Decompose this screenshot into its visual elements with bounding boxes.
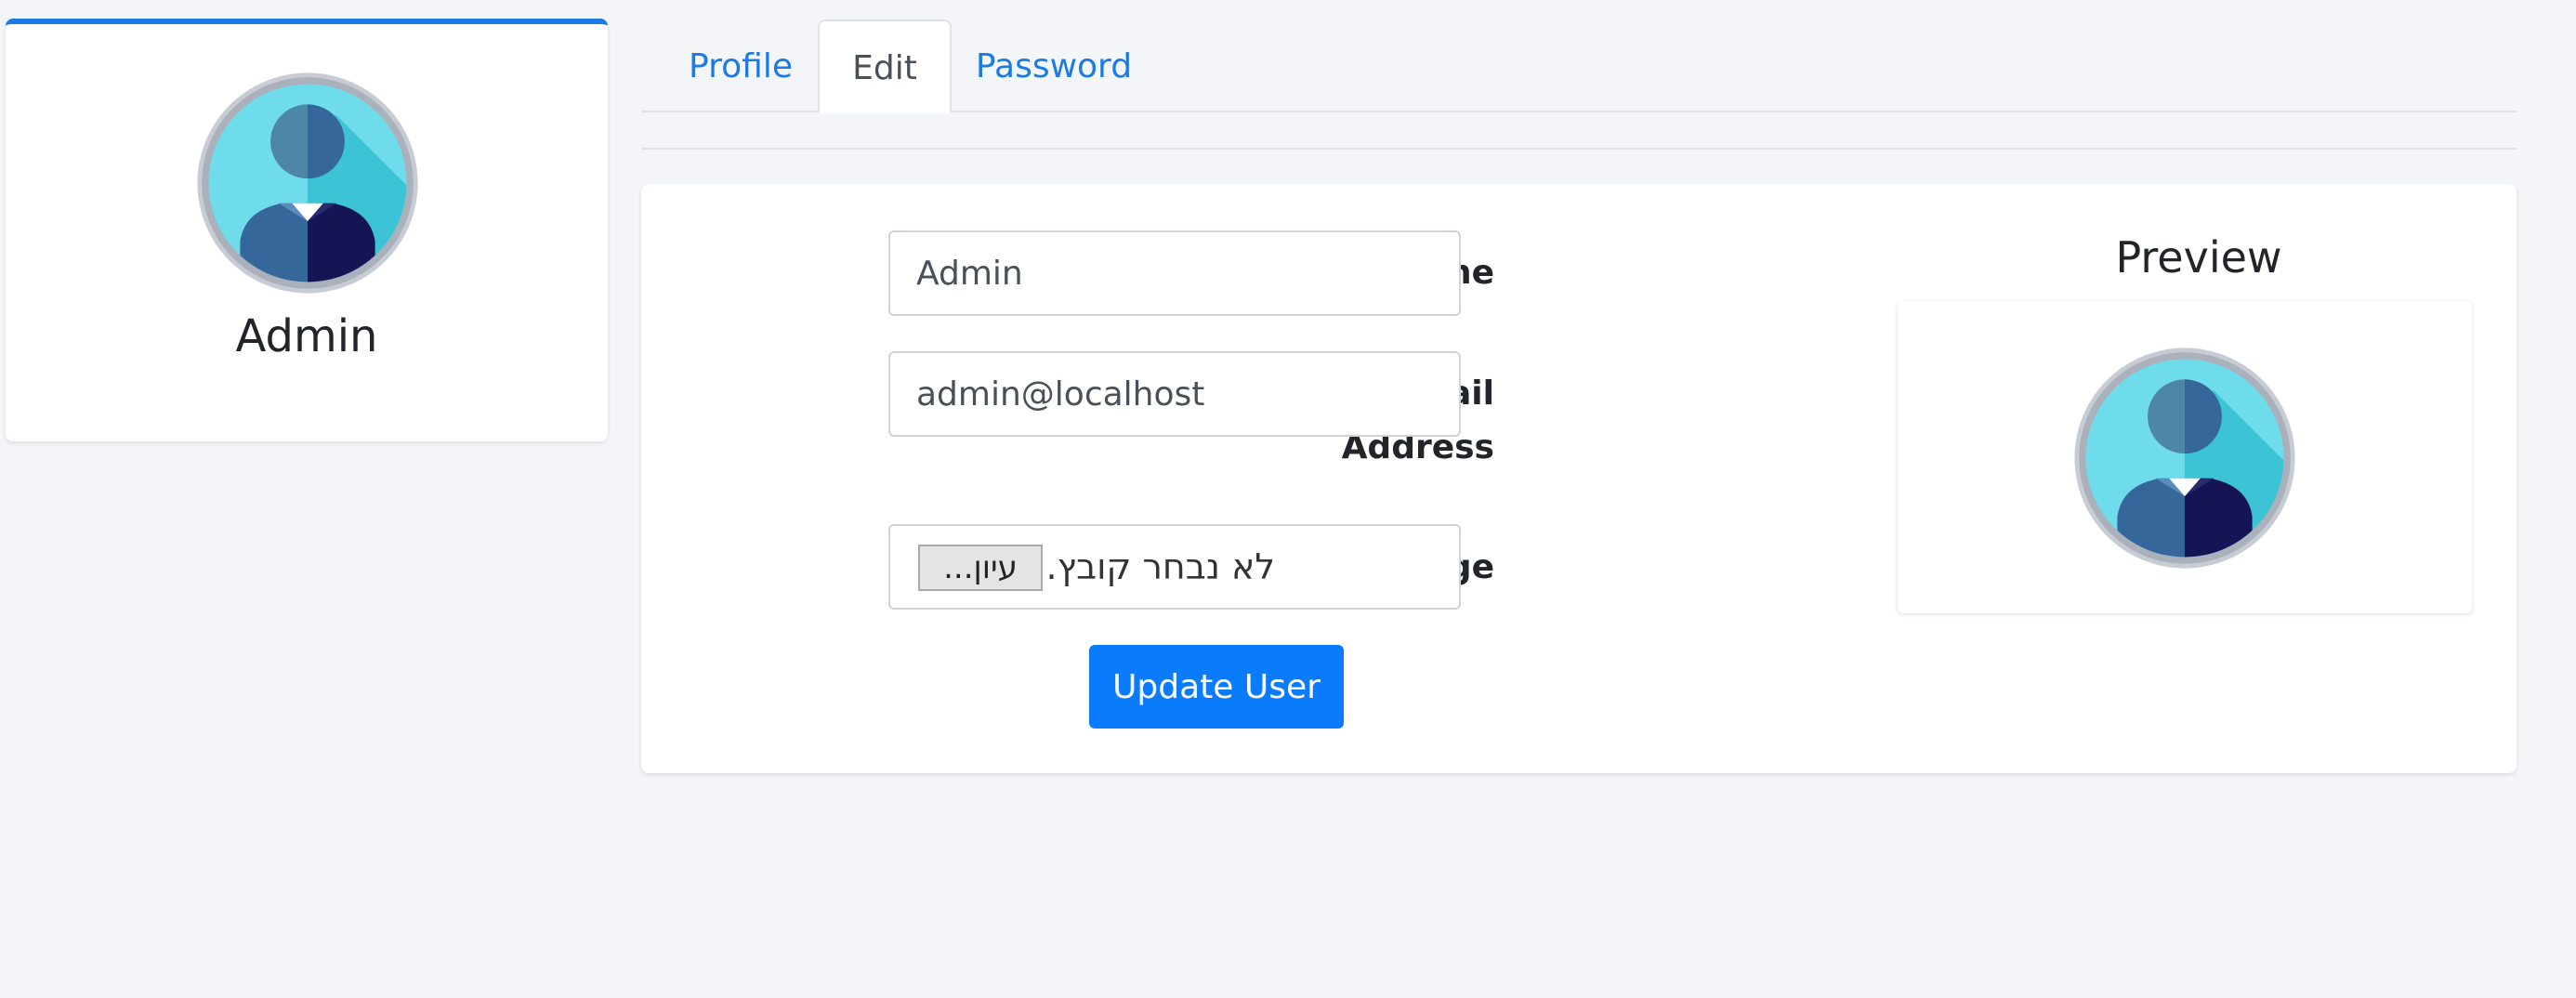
divider xyxy=(641,148,2517,150)
image-file-input[interactable]: עיון... לא נבחר קובץ. xyxy=(888,524,1461,610)
name-input[interactable] xyxy=(888,230,1461,316)
preview-avatar-icon xyxy=(2072,346,2297,571)
profile-name: Admin xyxy=(235,310,378,362)
tab-profile[interactable]: Profile xyxy=(664,20,818,113)
file-status-text: לא נבחר קובץ. xyxy=(1045,546,1275,587)
preview-box xyxy=(1898,301,2472,613)
email-input[interactable] xyxy=(888,351,1461,437)
edit-user-card: Name E-Mail Address Image עיון... לא נבח… xyxy=(641,184,2517,773)
tab-password[interactable]: Password xyxy=(952,20,1156,113)
tab-bar: Profile Edit Password xyxy=(641,20,2517,113)
profile-card: Admin xyxy=(6,19,608,441)
tab-edit[interactable]: Edit xyxy=(818,20,952,113)
user-avatar-icon xyxy=(195,71,420,295)
browse-button[interactable]: עיון... xyxy=(918,545,1043,591)
preview-title: Preview xyxy=(2115,232,2282,282)
update-user-button[interactable]: Update User xyxy=(1089,645,1344,729)
